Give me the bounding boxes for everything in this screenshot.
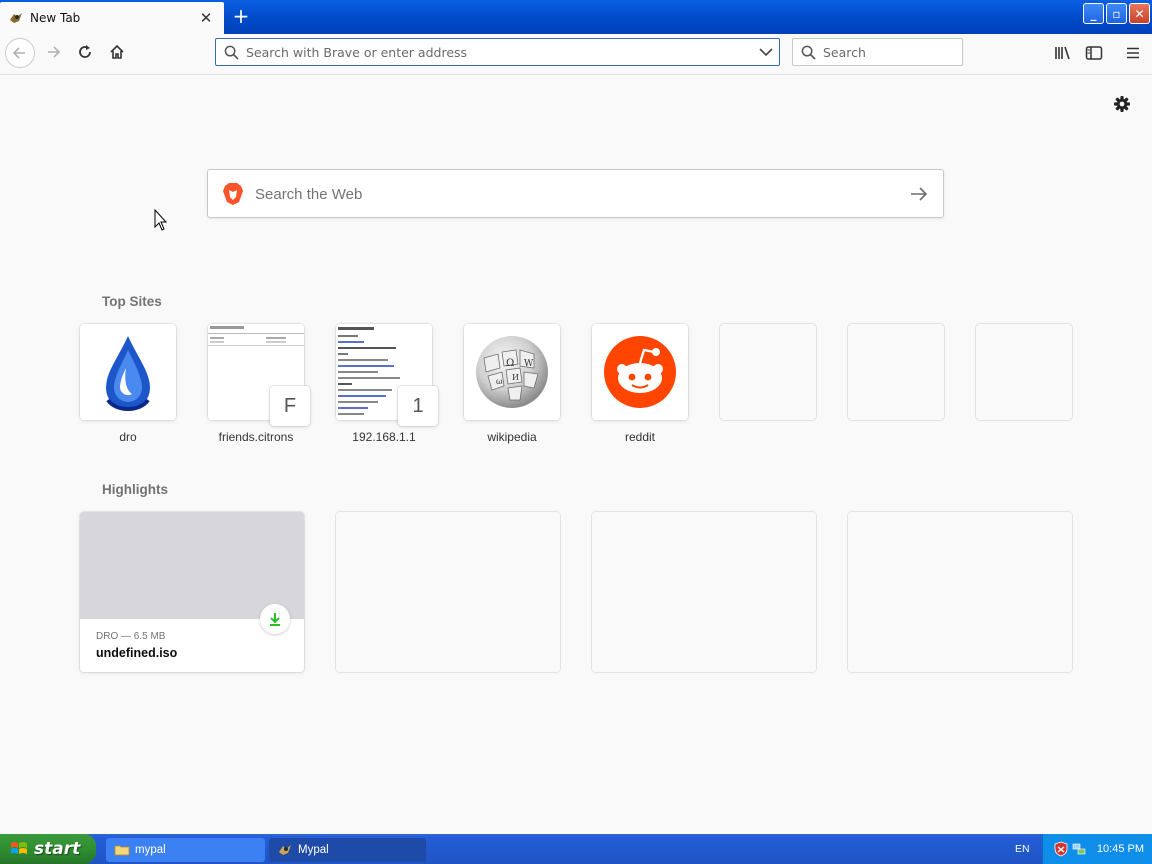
windows-flag-icon bbox=[11, 842, 27, 854]
web-search-box[interactable] bbox=[207, 169, 944, 218]
minimize-button[interactable]: _ bbox=[1083, 3, 1104, 24]
menu-button[interactable] bbox=[1122, 42, 1144, 64]
download-badge bbox=[260, 604, 290, 634]
library-icon bbox=[1055, 46, 1070, 60]
search-input[interactable] bbox=[823, 44, 953, 60]
home-icon bbox=[110, 44, 124, 59]
empty-thumbnail bbox=[848, 324, 944, 420]
clock: 10:45 PM bbox=[1096, 843, 1144, 855]
reload-icon bbox=[79, 45, 91, 58]
address-bar[interactable] bbox=[215, 38, 780, 66]
taskbar-item-mypal-folder[interactable]: mypal bbox=[106, 838, 265, 862]
search-bar[interactable] bbox=[792, 38, 963, 66]
hamburger-menu-icon bbox=[1127, 47, 1139, 59]
top-site-dro[interactable]: dro bbox=[80, 324, 176, 444]
highlight-card-download[interactable]: DRO — 6.5 MB undefined.iso bbox=[80, 512, 304, 672]
highlight-empty-slot bbox=[848, 512, 1072, 672]
forward-button[interactable] bbox=[39, 38, 67, 66]
taskbar-item-mypal-browser[interactable]: Mypal bbox=[269, 838, 426, 862]
site-thumbnail bbox=[592, 324, 688, 420]
top-sites-heading: Top Sites bbox=[102, 294, 162, 309]
home-button[interactable] bbox=[103, 38, 131, 66]
close-window-button[interactable]: ✕ bbox=[1129, 3, 1150, 24]
highlight-filename: undefined.iso bbox=[96, 646, 178, 660]
arrow-right-icon bbox=[48, 46, 61, 58]
taskbar: start mypal Mypal EN 10:45 PM bbox=[0, 834, 1152, 864]
sidebar-icon bbox=[1085, 46, 1103, 60]
svg-text:W: W bbox=[524, 359, 534, 369]
system-tray: 10:45 PM bbox=[1042, 834, 1152, 864]
reddit-logo-icon bbox=[604, 336, 676, 408]
empty-thumbnail bbox=[976, 324, 1072, 420]
network-icon[interactable] bbox=[1071, 841, 1087, 857]
close-tab-icon[interactable]: ✕ bbox=[198, 10, 214, 26]
highlight-preview bbox=[80, 512, 304, 619]
site-label: dro bbox=[119, 430, 137, 444]
tab-new-tab[interactable]: New Tab ✕ bbox=[0, 2, 224, 34]
maximize-button[interactable]: ▫ bbox=[1106, 3, 1127, 24]
highlight-empty-slot bbox=[592, 512, 816, 672]
top-site-reddit[interactable]: reddit bbox=[592, 324, 688, 444]
start-label: start bbox=[34, 839, 81, 859]
download-icon bbox=[270, 613, 280, 626]
top-site-friends-citrons[interactable]: F friends.citrons bbox=[208, 324, 310, 444]
back-button[interactable] bbox=[5, 38, 35, 68]
customize-button[interactable] bbox=[1112, 94, 1132, 114]
search-icon bbox=[224, 45, 239, 60]
site-label: reddit bbox=[624, 430, 656, 444]
arrow-left-icon bbox=[12, 47, 25, 59]
site-thumbnail: Ω W ω И bbox=[464, 324, 560, 420]
svg-text:ω: ω bbox=[496, 377, 503, 386]
sidebar-button[interactable] bbox=[1083, 42, 1105, 64]
mypal-icon bbox=[279, 845, 291, 855]
brave-lion-icon bbox=[223, 183, 243, 205]
mypal-icon bbox=[8, 10, 24, 26]
task-label: Mypal bbox=[298, 844, 329, 856]
site-letter-badge: F bbox=[270, 386, 310, 426]
language-indicator[interactable]: EN bbox=[1015, 843, 1030, 855]
top-site-empty-slot[interactable] bbox=[848, 324, 944, 420]
svg-text:И: И bbox=[512, 373, 519, 382]
web-search-input[interactable] bbox=[255, 184, 875, 204]
wikipedia-globe-icon: Ω W ω И bbox=[476, 336, 548, 408]
svg-text:Ω: Ω bbox=[506, 358, 514, 369]
folder-icon bbox=[114, 845, 130, 856]
highlights-heading: Highlights bbox=[102, 482, 168, 497]
highlight-empty-slot bbox=[336, 512, 560, 672]
start-button[interactable]: start bbox=[0, 834, 96, 864]
top-site-wikipedia[interactable]: Ω W ω И wikipedia bbox=[464, 324, 560, 444]
address-input[interactable] bbox=[246, 43, 746, 61]
tab-title: New Tab bbox=[30, 11, 81, 25]
empty-thumbnail bbox=[720, 324, 816, 420]
gear-icon bbox=[1114, 96, 1130, 112]
site-thumbnail bbox=[80, 324, 176, 420]
library-button[interactable] bbox=[1052, 42, 1074, 64]
site-letter-badge: 1 bbox=[398, 386, 438, 426]
chevron-down-icon[interactable] bbox=[759, 47, 773, 57]
task-label: mypal bbox=[135, 844, 166, 856]
droplet-logo-icon bbox=[106, 336, 150, 411]
shield-icon[interactable] bbox=[1053, 841, 1069, 857]
top-site-empty-slot[interactable] bbox=[976, 324, 1072, 420]
navigation-toolbar bbox=[0, 34, 1152, 75]
highlight-meta: DRO — 6.5 MB bbox=[96, 631, 166, 642]
reload-button[interactable] bbox=[71, 38, 99, 66]
title-bar: New Tab ✕ + _ ▫ ✕ bbox=[0, 0, 1152, 34]
new-tab-button[interactable]: + bbox=[231, 6, 251, 26]
site-label: friends.citrons bbox=[218, 430, 294, 444]
search-icon bbox=[801, 45, 816, 60]
site-label: wikipedia bbox=[487, 430, 537, 444]
top-site-router[interactable]: 1 192.168.1.1 bbox=[336, 324, 438, 444]
mouse-cursor-icon bbox=[154, 209, 168, 231]
top-site-empty-slot[interactable] bbox=[720, 324, 816, 420]
arrow-right-icon[interactable] bbox=[908, 183, 930, 205]
site-label: 192.168.1.1 bbox=[352, 430, 416, 444]
